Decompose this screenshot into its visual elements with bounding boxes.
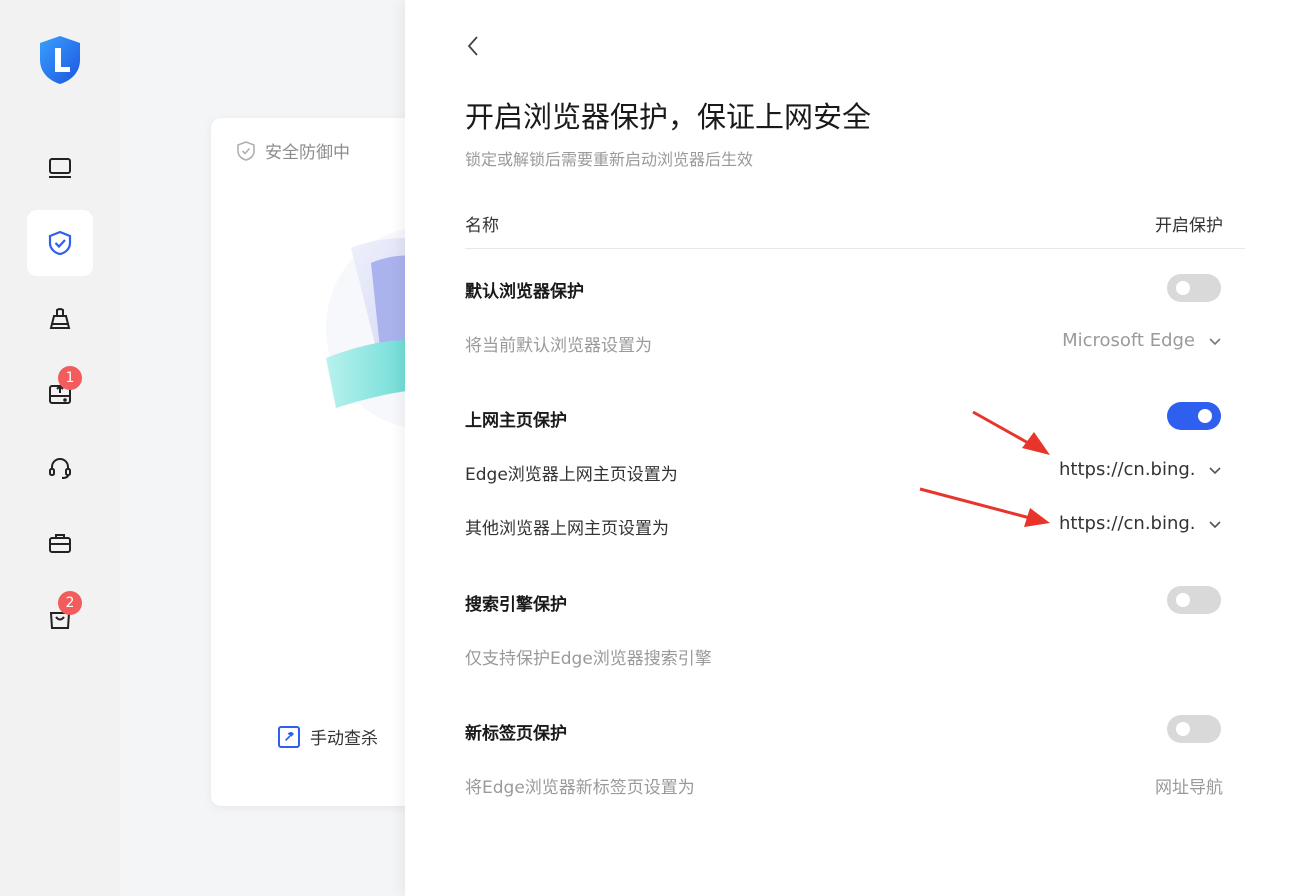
chevron-down-icon — [1209, 520, 1221, 528]
nav-security[interactable] — [27, 210, 93, 276]
default-browser-label: 将当前默认浏览器设置为 — [465, 336, 652, 356]
default-browser-select[interactable]: Microsoft Edge — [1062, 330, 1223, 351]
default-browser-value: Microsoft Edge — [1062, 330, 1195, 351]
default-browser-toggle[interactable] — [1167, 274, 1221, 302]
nav-cleanup[interactable] — [27, 286, 93, 352]
column-header-status: 开启保护 — [1155, 216, 1223, 236]
nav-support[interactable] — [27, 435, 93, 501]
other-homepage-value: https://cn.bing.com — [1059, 513, 1195, 534]
sidebar: 1 2 — [0, 0, 120, 896]
edge-homepage-value: https://cn.bing.com — [1059, 459, 1195, 480]
header-divider — [465, 248, 1245, 249]
chevron-down-icon — [1209, 466, 1221, 474]
column-header-name: 名称 — [465, 216, 499, 236]
manual-scan-label: 手动查杀 — [310, 729, 378, 749]
browser-protection-panel: 开启浏览器保护，保证上网安全 锁定或解锁后需要重新启动浏览器后生效 名称 开启保… — [405, 0, 1307, 896]
broom-icon — [49, 308, 71, 329]
notification-badge: 1 — [58, 366, 82, 390]
protection-status: 安全防御中 — [235, 138, 350, 163]
toolbox-icon — [49, 534, 71, 553]
homepage-protection-toggle[interactable] — [1167, 402, 1221, 430]
monitor-icon — [49, 158, 71, 178]
notification-badge: 2 — [58, 591, 82, 615]
new-tab-title: 新标签页保护 — [465, 724, 567, 744]
other-homepage-label: 其他浏览器上网主页设置为 — [465, 519, 669, 539]
protection-status-text: 安全防御中 — [265, 143, 350, 163]
edge-homepage-select[interactable]: https://cn.bing.com — [1059, 459, 1223, 480]
other-homepage-select[interactable]: https://cn.bing.com — [1059, 513, 1223, 534]
shield-check-icon — [48, 230, 72, 256]
search-engine-title: 搜索引擎保护 — [465, 595, 567, 615]
nav-toolbox[interactable] — [27, 510, 93, 576]
page-subtitle: 锁定或解锁后需要重新启动浏览器后生效 — [465, 150, 754, 169]
new-tab-toggle[interactable] — [1167, 715, 1221, 743]
new-tab-label: 将Edge浏览器新标签页设置为 — [465, 778, 695, 798]
manual-scan-button[interactable]: 手动查杀 — [278, 724, 378, 749]
app-logo-icon — [40, 36, 80, 84]
shield-check-icon — [237, 140, 255, 161]
back-arrow-icon[interactable] — [463, 34, 483, 58]
chevron-down-icon — [1209, 337, 1221, 345]
search-engine-label: 仅支持保护Edge浏览器搜索引擎 — [465, 649, 712, 669]
default-browser-title: 默认浏览器保护 — [465, 282, 584, 302]
new-tab-value: 网址导航 — [1155, 778, 1223, 798]
wrench-icon — [278, 725, 300, 748]
page-title: 开启浏览器保护，保证上网安全 — [465, 100, 872, 134]
edge-homepage-label: Edge浏览器上网主页设置为 — [465, 465, 678, 485]
nav-computer[interactable] — [27, 135, 93, 201]
search-engine-toggle[interactable] — [1167, 586, 1221, 614]
headset-icon — [49, 458, 71, 479]
homepage-protection-title: 上网主页保护 — [465, 411, 567, 431]
